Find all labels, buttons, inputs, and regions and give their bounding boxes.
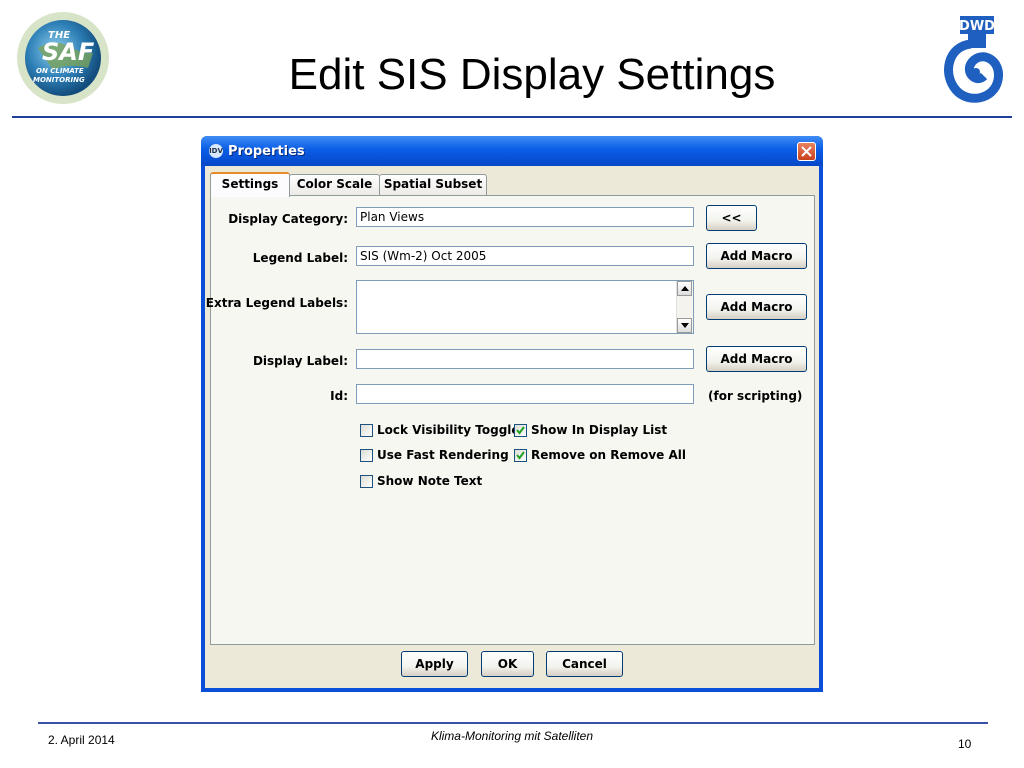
id-label: Id: xyxy=(330,389,348,403)
settings-panel: Display Category: Plan Views << Legend L… xyxy=(206,195,815,645)
use-fast-rendering-label: Use Fast Rendering xyxy=(377,448,509,462)
lock-visibility-toggle-checkbox[interactable] xyxy=(360,424,373,437)
arrow-up-icon xyxy=(681,286,689,291)
category-menu-button[interactable]: << xyxy=(706,205,757,231)
page-number: 10 xyxy=(958,737,972,751)
arrow-down-icon xyxy=(681,323,689,328)
show-in-display-list-label: Show In Display List xyxy=(531,423,668,437)
legend-label-label: Legend Label: xyxy=(252,251,348,265)
tab-color-scale[interactable]: Color Scale xyxy=(289,174,380,195)
display-label-field[interactable] xyxy=(356,349,694,369)
legend-add-macro-button[interactable]: Add Macro xyxy=(706,243,807,269)
legend-label-field[interactable]: SIS (Wm-2) Oct 2005 xyxy=(356,246,694,266)
remove-on-remove-all-label: Remove on Remove All xyxy=(531,448,687,462)
display-category-field[interactable]: Plan Views xyxy=(356,207,694,227)
svg-text:DWD: DWD xyxy=(959,19,995,34)
remove-on-remove-all-checkbox[interactable] xyxy=(514,449,527,462)
show-note-text-label: Show Note Text xyxy=(377,474,483,488)
textarea-scrollbar[interactable] xyxy=(676,281,693,333)
use-fast-rendering-checkbox[interactable] xyxy=(360,449,373,462)
dwd-logo: DWD xyxy=(938,14,1004,106)
cancel-button[interactable]: Cancel xyxy=(546,651,623,677)
display-label-label: Display Label: xyxy=(252,354,348,368)
lock-visibility-toggle-label: Lock Visibility Toggle xyxy=(377,423,520,437)
show-note-text-checkbox[interactable] xyxy=(360,475,373,488)
checkmark-icon xyxy=(516,426,525,435)
extra-legend-labels-label: Extra Legend Labels: xyxy=(205,296,348,310)
scroll-up-arrow[interactable] xyxy=(677,281,692,296)
idv-icon: IDV xyxy=(209,144,223,158)
show-in-display-list-checkbox[interactable] xyxy=(514,424,527,437)
id-field[interactable] xyxy=(356,384,694,404)
footer-title: Klima-Monitoring mit Satelliten xyxy=(430,729,594,743)
dialog-titlebar[interactable]: IDV Properties xyxy=(201,136,823,166)
id-scripting-note: (for scripting) xyxy=(708,389,803,403)
display-add-macro-button[interactable]: Add Macro xyxy=(706,346,807,372)
dialog-title: Properties xyxy=(228,144,305,159)
extra-add-macro-button[interactable]: Add Macro xyxy=(706,294,807,320)
apply-button[interactable]: Apply xyxy=(401,651,468,677)
scroll-down-arrow[interactable] xyxy=(677,318,692,333)
tab-settings[interactable]: Settings xyxy=(210,172,290,197)
close-button[interactable] xyxy=(797,142,816,161)
slide-title: Edit SIS Display Settings xyxy=(288,50,776,99)
properties-dialog: IDV Properties Settings Color Scale Spat… xyxy=(201,136,823,692)
footer-divider xyxy=(38,722,988,724)
extra-legend-labels-textarea[interactable] xyxy=(356,280,694,334)
ok-button[interactable]: OK xyxy=(481,651,534,677)
display-category-label: Display Category: xyxy=(228,212,348,226)
dialog-body: Settings Color Scale Spatial Subset Disp… xyxy=(205,166,819,688)
tab-spatial-subset[interactable]: Spatial Subset xyxy=(379,174,487,195)
checkmark-icon xyxy=(516,451,525,460)
header-divider xyxy=(12,116,1012,118)
close-icon xyxy=(801,146,812,157)
